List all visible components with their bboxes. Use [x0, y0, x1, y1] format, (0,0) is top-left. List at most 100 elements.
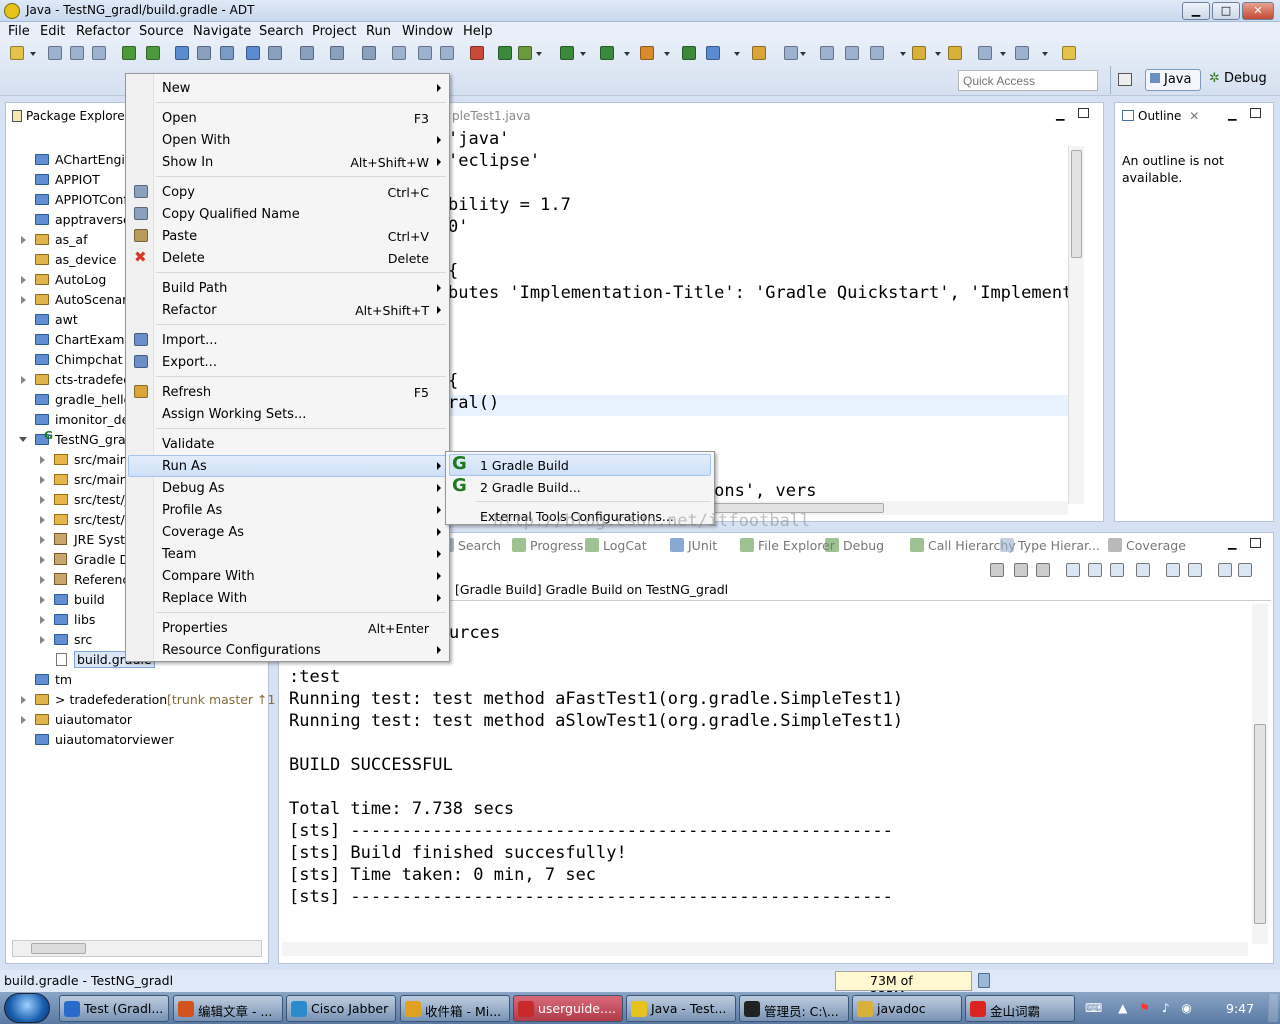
perspective-java[interactable]: Java [1145, 69, 1201, 91]
context-menu-item[interactable]: Debug As [128, 477, 447, 499]
toolbar-button-icon[interactable] [640, 46, 654, 60]
context-menu-item[interactable]: Open With [128, 129, 447, 151]
outline-minimize-icon[interactable]: ▁ [1228, 108, 1236, 121]
minimize-button[interactable]: ▁ [1182, 2, 1210, 20]
menu-run[interactable]: Run [366, 24, 391, 39]
expand-arrow-icon[interactable] [40, 516, 45, 524]
toolbar-button-icon[interactable] [752, 46, 766, 60]
toolbar-button-icon[interactable] [1015, 46, 1029, 60]
toolbar-button-icon[interactable] [70, 46, 84, 60]
toolbar-button-icon[interactable] [146, 46, 160, 60]
expand-arrow-icon[interactable] [40, 536, 45, 544]
expand-arrow-icon[interactable] [40, 456, 45, 464]
toolbar-dropdown-icon[interactable] [30, 52, 36, 56]
open-perspective-icon[interactable] [1118, 73, 1132, 86]
toolbar-button-icon[interactable] [706, 46, 720, 60]
bottom-tab[interactable]: File Explorer [740, 538, 835, 556]
menu-window[interactable]: Window [402, 24, 453, 39]
context-menu-item[interactable]: Resource Configurations [128, 639, 447, 661]
start-button[interactable] [4, 993, 50, 1023]
toolbar-dropdown-icon[interactable] [624, 52, 630, 56]
toolbar-button-icon[interactable] [845, 46, 859, 60]
toolbar-dropdown-icon[interactable] [664, 52, 670, 56]
toolbar-button-icon[interactable] [330, 46, 344, 60]
expand-arrow-icon[interactable] [21, 296, 26, 304]
toolbar-button-icon[interactable] [682, 46, 696, 60]
context-menu-item[interactable]: Copy Qualified Name [128, 203, 447, 225]
toolbar-button-icon[interactable] [246, 46, 260, 60]
quick-access-input[interactable] [958, 70, 1098, 91]
context-menu-item[interactable]: Team [128, 543, 447, 565]
console-toolbar-icon[interactable] [1188, 563, 1202, 577]
console-toolbar-icon[interactable] [1014, 563, 1028, 577]
scroll-thumb[interactable] [31, 943, 86, 954]
taskbar-task[interactable]: 编辑文章 - ... [173, 995, 283, 1022]
outline-maximize-icon[interactable] [1250, 108, 1261, 118]
toolbar-button-icon[interactable] [600, 46, 614, 60]
tree-item[interactable]: tm [15, 670, 265, 690]
menu-source[interactable]: Source [139, 24, 184, 39]
toolbar-button-icon[interactable] [978, 46, 992, 60]
taskbar-task[interactable]: Test (Gradl... [59, 995, 169, 1022]
editor-vertical-scrollbar[interactable] [1068, 146, 1084, 504]
maximize-button[interactable]: □ [1212, 2, 1240, 20]
keyboard-icon[interactable]: ⌨ [1085, 1001, 1102, 1015]
taskbar-task[interactable]: Java - Test... [626, 995, 736, 1022]
expand-arrow-icon[interactable] [40, 616, 45, 624]
toolbar-button-icon[interactable] [870, 46, 884, 60]
context-menu-item[interactable]: Properties Alt+Enter [128, 617, 447, 639]
taskbar-task[interactable]: 管理员: C:\... [739, 995, 849, 1022]
console-minimize-icon[interactable]: ▁ [1228, 537, 1236, 550]
console-toolbar-icon[interactable] [1136, 563, 1150, 577]
console-toolbar-icon[interactable] [1036, 563, 1050, 577]
toolbar-button-icon[interactable] [175, 46, 189, 60]
context-menu-item[interactable]: Profile As [128, 499, 447, 521]
editor-tab-simpletest[interactable]: pleTest1.java [452, 109, 531, 123]
toolbar-button-icon[interactable] [440, 46, 454, 60]
menu-refactor[interactable]: Refactor [76, 24, 131, 39]
expand-arrow-icon[interactable] [21, 236, 26, 244]
toolbar-button-icon[interactable] [10, 46, 24, 60]
context-menu-item[interactable]: Open F3 [128, 107, 447, 129]
context-menu-item[interactable]: Compare With [128, 565, 447, 587]
taskbar-task[interactable]: 金山词霸 [965, 995, 1075, 1022]
menu-search[interactable]: Search [259, 24, 304, 39]
toolbar-button-icon[interactable] [1062, 46, 1076, 60]
expand-arrow-icon[interactable] [21, 716, 26, 724]
console-output[interactable]: urces:test Running test: test method aFas… [289, 622, 1239, 922]
context-menu-item[interactable]: Refresh F5 [128, 381, 447, 403]
tree-item[interactable]: > tradefederation [trunk master ↑1 [15, 690, 275, 710]
garbage-collect-icon[interactable] [978, 973, 990, 988]
menu-project[interactable]: Project [312, 24, 356, 39]
console-toolbar-icon[interactable] [990, 563, 1004, 577]
toolbar-button-icon[interactable] [820, 46, 834, 60]
toolbar-dropdown-icon[interactable] [800, 52, 806, 56]
code-area[interactable]: 'java''eclipse' bility = 1.7 0'{butes 'Imp… [448, 129, 1070, 502]
bottom-tab[interactable]: Coverage [1108, 538, 1186, 556]
toolbar-button-icon[interactable] [122, 46, 136, 60]
toolbar-button-icon[interactable] [518, 46, 532, 60]
console-toolbar-icon[interactable] [1238, 563, 1252, 577]
context-menu-item[interactable]: Paste Ctrl+V [128, 225, 447, 247]
bottom-tab[interactable]: LogCat [585, 538, 647, 556]
toolbar-button-icon[interactable] [418, 46, 432, 60]
submenu-gradle-build-dialog[interactable]: G 2 Gradle Build... [450, 475, 712, 498]
explorer-horizontal-scrollbar[interactable] [12, 940, 262, 957]
menu-edit[interactable]: Edit [40, 24, 65, 39]
bottom-tab[interactable]: Debug [825, 538, 884, 556]
menu-navigate[interactable]: Navigate [193, 24, 251, 39]
network-icon[interactable]: ⚑ [1139, 1001, 1150, 1015]
context-menu-item[interactable]: New [128, 77, 447, 99]
expand-arrow-icon[interactable] [40, 636, 45, 644]
toolbar-button-icon[interactable] [92, 46, 106, 60]
context-menu-item[interactable]: Import... [128, 329, 447, 351]
bottom-tab[interactable]: Type Hierar... [1000, 538, 1100, 556]
toolbar-button-icon[interactable] [362, 46, 376, 60]
toolbar-button-icon[interactable] [220, 46, 234, 60]
console-maximize-icon[interactable] [1250, 538, 1261, 548]
toolbar-dropdown-icon[interactable] [734, 52, 740, 56]
tray-expand-icon[interactable]: ▲ [1118, 1001, 1127, 1015]
console-horizontal-scrollbar[interactable] [282, 942, 1248, 956]
console-toolbar-icon[interactable] [1166, 563, 1180, 577]
menu-file[interactable]: File [8, 24, 30, 39]
